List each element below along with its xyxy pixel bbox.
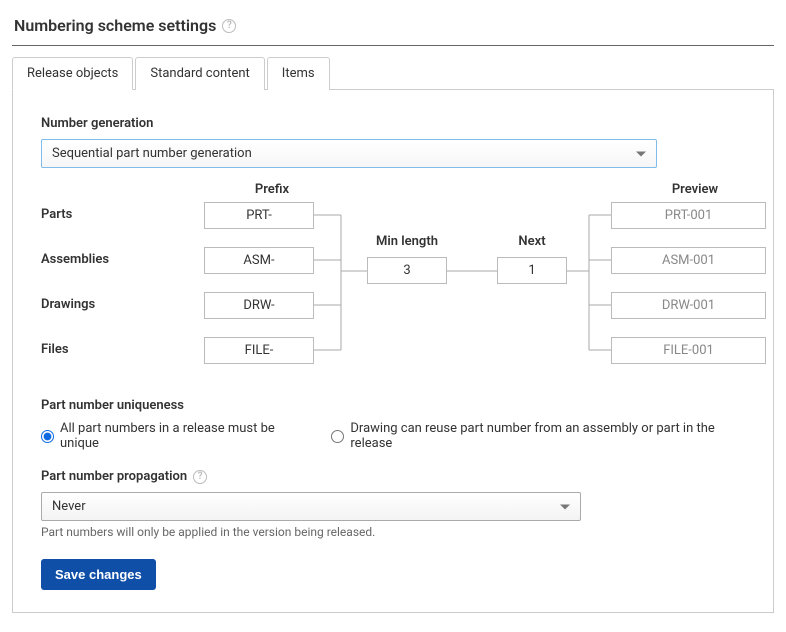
prefix-parts-input[interactable]: PRT- (204, 202, 314, 229)
preview-assemblies: ASM-001 (611, 247, 766, 274)
propagation-section: Part number propagation ? Never Part num… (41, 469, 581, 539)
uniqueness-section: Part number uniqueness All part numbers … (41, 398, 745, 451)
preview-value: FILE-001 (663, 343, 714, 358)
page-title: Numbering scheme settings ? (12, 10, 774, 46)
number-generation-select[interactable]: Sequential part number generation (41, 139, 657, 168)
preview-files: FILE-001 (611, 337, 766, 364)
col-preview: Preview (645, 182, 745, 197)
col-prefix: Prefix (227, 182, 317, 197)
prefix-files-input[interactable]: FILE- (204, 337, 314, 364)
number-generation-label: Number generation (41, 116, 745, 131)
propagation-label: Part number propagation ? (41, 469, 581, 484)
button-label: Save changes (55, 567, 142, 582)
preview-value: ASM-001 (662, 253, 715, 268)
col-minlen: Min length (367, 234, 447, 249)
tab-label: Items (282, 66, 315, 81)
input-value: FILE- (245, 343, 274, 358)
help-icon[interactable]: ? (222, 19, 236, 33)
prefix-drawings-input[interactable]: DRW- (204, 292, 314, 319)
next-input[interactable]: 1 (497, 257, 567, 284)
uniqueness-radio-1[interactable] (41, 430, 54, 443)
input-value: 3 (403, 263, 410, 278)
tab-release-objects[interactable]: Release objects (12, 57, 133, 90)
radio-label: Drawing can reuse part number from an as… (350, 421, 745, 451)
tab-standard-content[interactable]: Standard content (135, 57, 264, 90)
page-title-text: Numbering scheme settings (14, 16, 216, 35)
chevron-down-icon (560, 504, 570, 509)
prefix-assemblies-input[interactable]: ASM- (204, 247, 314, 274)
select-value: Never (52, 499, 86, 514)
row-files-label: Files (41, 342, 69, 357)
panel-release-objects: Number generation Sequential part number… (12, 90, 774, 613)
input-value: DRW- (243, 298, 274, 313)
tab-items[interactable]: Items (267, 57, 330, 90)
row-assemblies-label: Assemblies (41, 252, 109, 267)
input-value: 1 (528, 263, 535, 278)
propagation-helper: Part numbers will only be applied in the… (41, 525, 581, 539)
row-parts-label: Parts (41, 207, 72, 222)
select-value: Sequential part number generation (52, 146, 252, 161)
uniqueness-opt1[interactable]: All part numbers in a release must be un… (41, 421, 307, 451)
tab-label: Standard content (150, 66, 249, 81)
row-drawings-label: Drawings (41, 297, 95, 312)
prefix-layout: Prefix Min length Next Preview Parts Ass… (41, 182, 745, 382)
uniqueness-opt2[interactable]: Drawing can reuse part number from an as… (331, 421, 745, 451)
radio-label: All part numbers in a release must be un… (60, 421, 307, 451)
propagation-label-text: Part number propagation (41, 469, 187, 484)
input-value: PRT- (246, 208, 272, 223)
propagation-select[interactable]: Never (41, 492, 581, 521)
preview-drawings: DRW-001 (611, 292, 766, 319)
min-length-input[interactable]: 3 (367, 257, 447, 284)
col-next: Next (497, 234, 567, 249)
uniqueness-radio-2[interactable] (331, 430, 344, 443)
tab-label: Release objects (27, 66, 118, 81)
save-button[interactable]: Save changes (41, 559, 156, 590)
uniqueness-label: Part number uniqueness (41, 398, 745, 413)
chevron-down-icon (636, 151, 646, 156)
uniqueness-radio-group: All part numbers in a release must be un… (41, 421, 745, 451)
preview-value: PRT-001 (665, 208, 713, 223)
preview-value: DRW-001 (662, 298, 715, 313)
help-icon[interactable]: ? (193, 470, 207, 484)
preview-parts: PRT-001 (611, 202, 766, 229)
tabs: Release objects Standard content Items (12, 56, 774, 90)
input-value: ASM- (243, 253, 274, 268)
